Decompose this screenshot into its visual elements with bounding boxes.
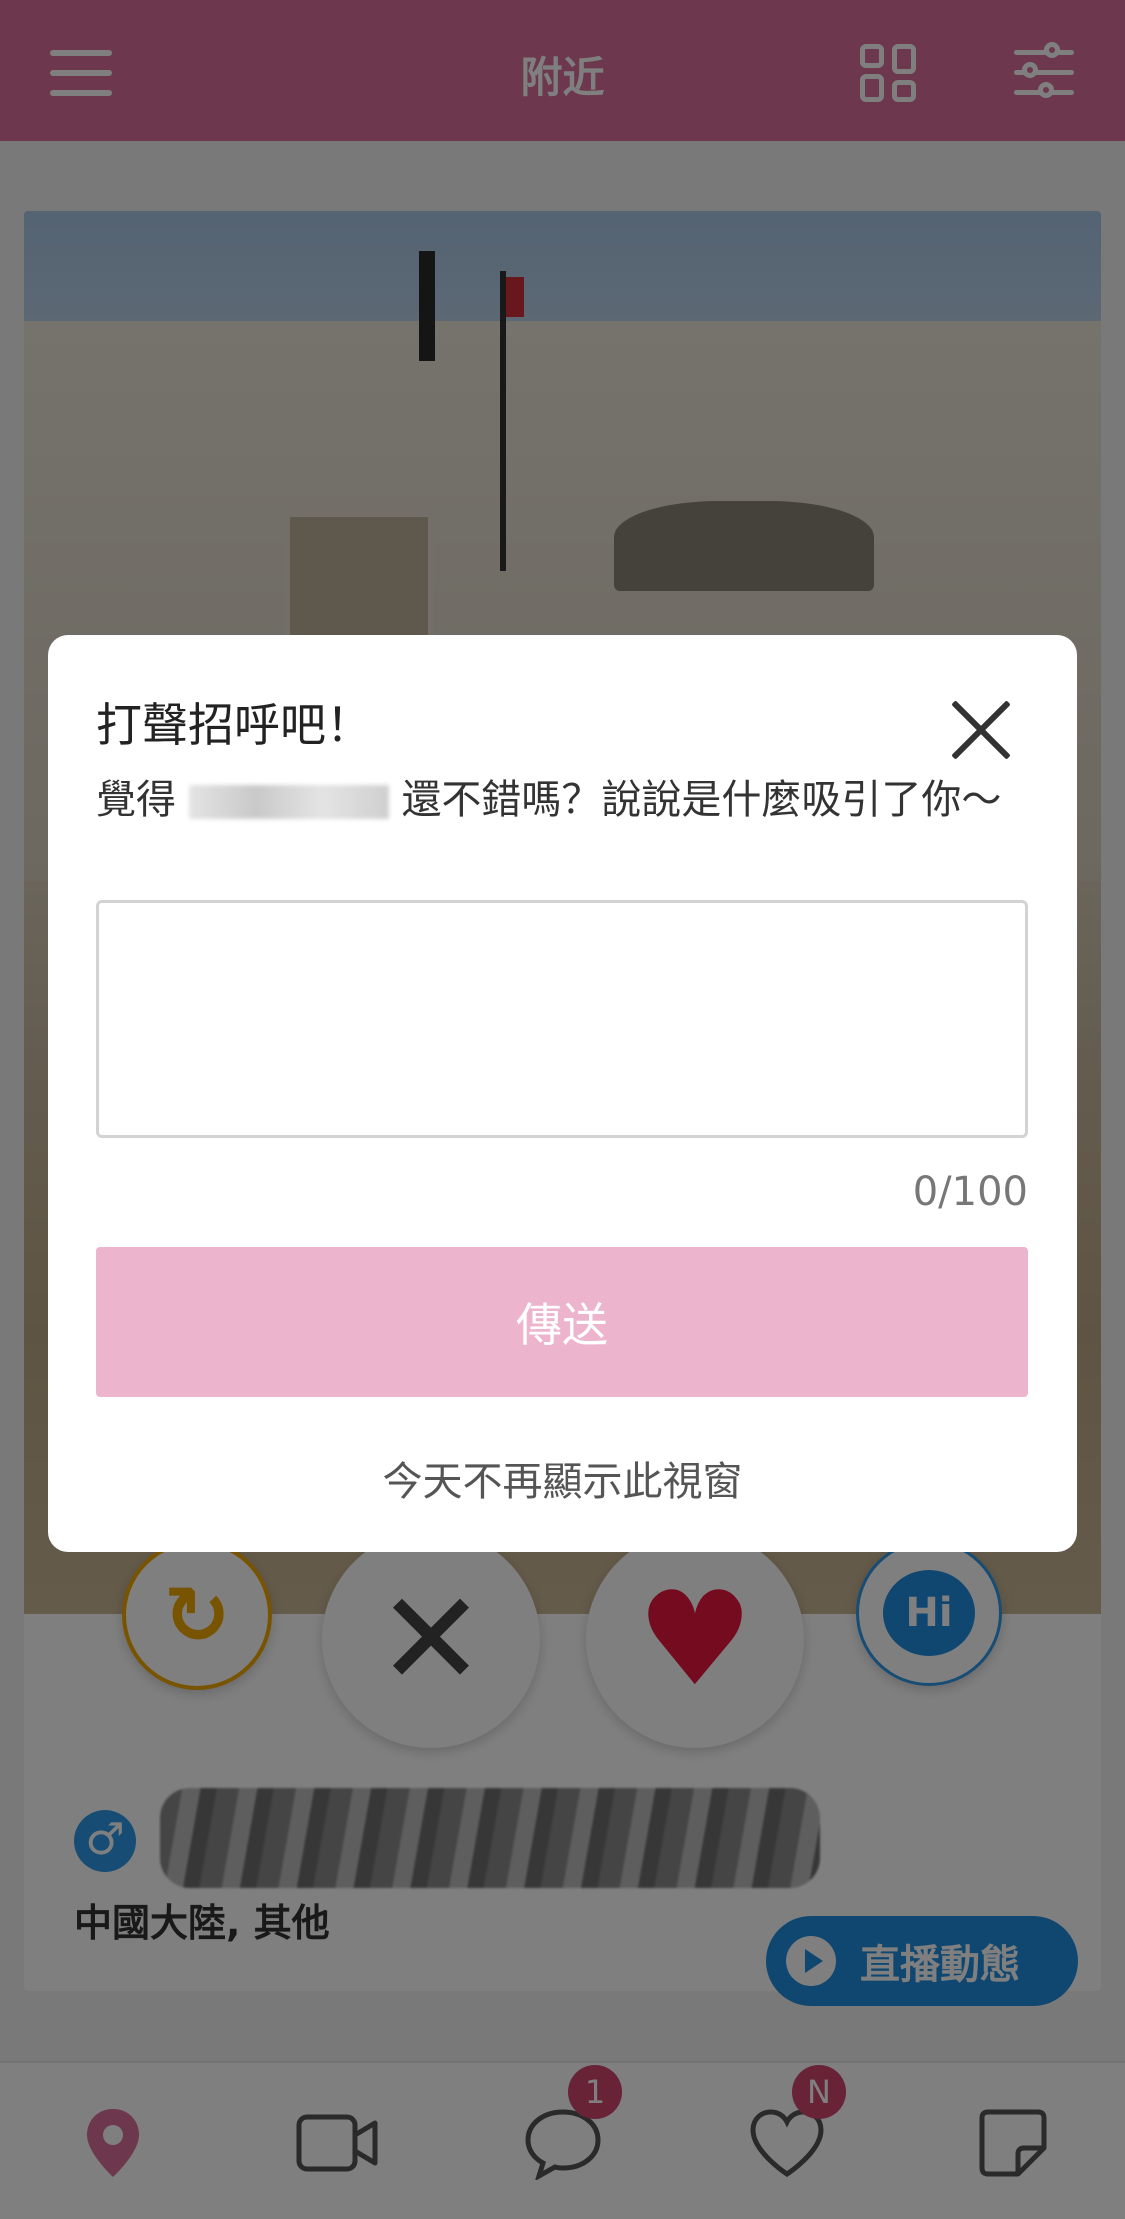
dont-show-today-link[interactable]: 今天不再顯示此視窗 [48, 1449, 1077, 1507]
greeting-dialog: 打聲招呼吧！ 覺得 還不錯嗎？說說是什麼吸引了你～ 0/100 傳送 今天不再顯… [48, 635, 1077, 1552]
close-button[interactable] [948, 697, 1014, 763]
send-button[interactable]: 傳送 [96, 1247, 1028, 1397]
dialog-title: 打聲招呼吧！ [96, 698, 372, 752]
redacted-username [188, 785, 389, 819]
char-counter: 0/100 [912, 1169, 1028, 1215]
message-input[interactable] [96, 900, 1028, 1138]
dialog-description: 覺得 還不錯嗎？說說是什麼吸引了你～ [96, 777, 1002, 823]
